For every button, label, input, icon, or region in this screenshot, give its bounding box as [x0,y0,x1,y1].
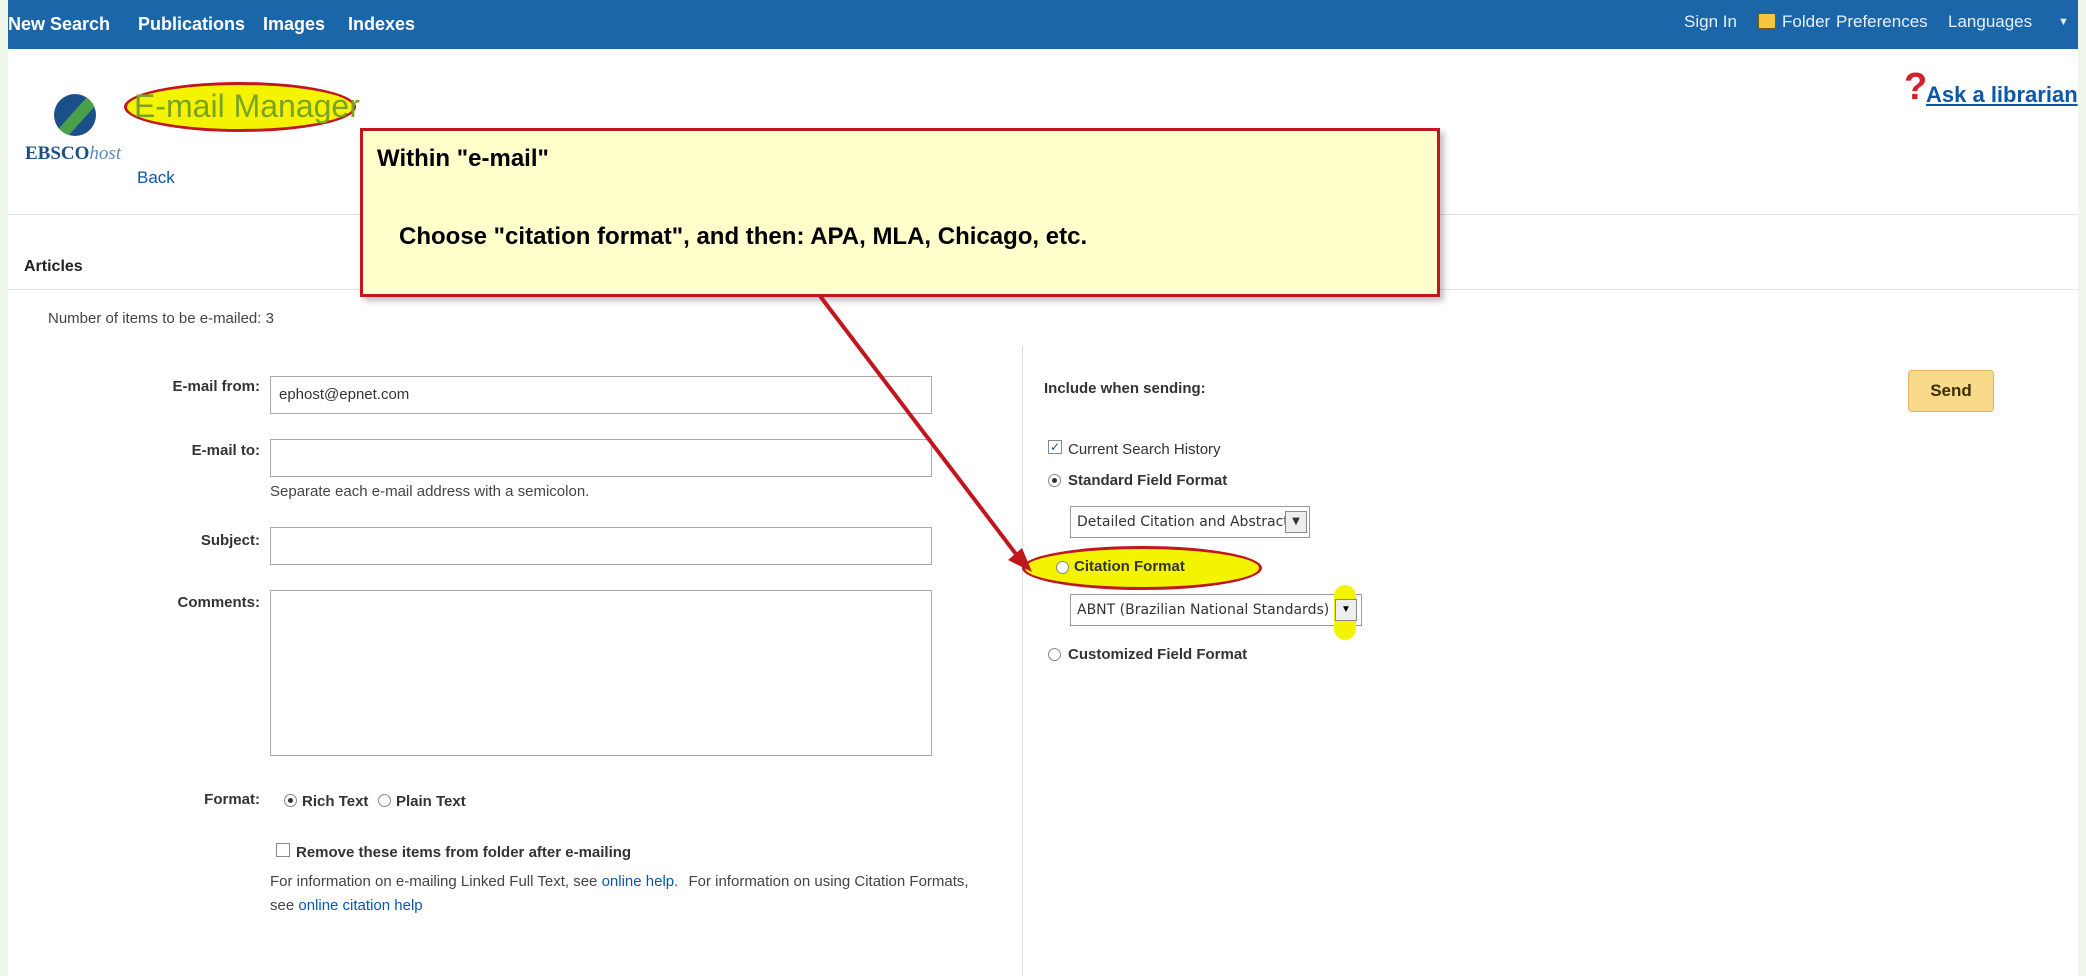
languages-link[interactable]: Languages [1948,12,2032,32]
to-label: E-mail to: [191,442,260,459]
preferences-link[interactable]: Preferences [1836,12,1928,32]
callout-body: Choose "citation format", and then: APA,… [399,223,1088,250]
question-icon: ? [1904,66,1928,108]
chevron-down-icon[interactable]: ▼ [1285,511,1307,533]
info-text-1: For information on e-mailing Linked Full… [270,873,598,890]
info-text-2: For information on using Citation Format… [688,873,969,890]
email-from-field[interactable]: ephost@epnet.com [270,376,932,414]
customized-format-radio[interactable] [1048,648,1061,661]
nav-indexes[interactable]: Indexes [348,14,415,35]
search-history-checkbox[interactable]: ✓ [1048,440,1062,454]
brand-suffix: host [89,143,122,164]
from-label: E-mail from: [172,378,260,395]
comments-label: Comments: [177,594,260,611]
info-text-3: see [270,897,295,914]
subject-label: Subject: [200,532,260,549]
subject-field[interactable] [270,527,932,565]
ebsco-logo-icon [54,94,96,136]
brand-main: EBSCO [25,143,90,164]
ask-a-librarian-link[interactable]: Ask a librarian [1926,82,2078,108]
folder-link[interactable]: Folder [1782,12,1830,32]
send-button[interactable]: Send [1908,370,1994,412]
ebscohost-brand: EBSCOhost [25,143,121,165]
standard-format-radio[interactable] [1048,474,1061,487]
standard-format-select[interactable]: Detailed Citation and Abstract ▼ [1070,506,1310,538]
plain-text-radio[interactable] [378,794,391,807]
plain-text-label: Plain Text [396,793,466,810]
remove-items-label: Remove these items from folder after e-m… [296,844,632,861]
nav-images[interactable]: Images [263,14,325,35]
standard-format-value: Detailed Citation and Abstract [1077,514,1289,530]
sign-in-link[interactable]: Sign In [1684,12,1737,32]
citation-format-label: Citation Format [1074,558,1185,575]
column-divider [1022,346,1023,976]
page: New Search Publications Images Indexes S… [8,0,2078,976]
citation-format-radio[interactable] [1056,561,1069,574]
rich-text-label: Rich Text [302,793,369,810]
callout-title: Within "e-mail" [377,145,549,172]
remove-items-checkbox[interactable] [276,843,290,857]
back-link[interactable]: Back [137,168,175,188]
citation-format-value: ABNT (Brazilian National Standards) [1077,602,1330,618]
standard-format-label: Standard Field Format [1068,472,1228,489]
online-help-link[interactable]: online help. [602,873,679,890]
section-label: Articles [24,258,83,275]
send-label: Send [1930,381,1972,400]
search-history-label: Current Search History [1068,441,1221,458]
online-citation-help-link[interactable]: online citation help [298,897,422,914]
rich-text-radio[interactable] [284,794,297,807]
to-hint: Separate each e-mail address with a semi… [270,483,590,500]
email-to-field[interactable] [270,439,932,477]
customized-format-label: Customized Field Format [1068,646,1248,663]
page-title: E-mail Manager [134,88,360,124]
items-count: Number of items to be e-mailed: 3 [48,310,274,327]
info-text: For information on e-mailing Linked Full… [270,870,1030,918]
annotation-callout: Within "e-mail" Choose "citation format"… [360,128,1440,297]
comments-textarea[interactable] [270,590,932,756]
top-navigation-bar: New Search Publications Images Indexes S… [8,0,2078,49]
languages-dropdown-icon[interactable]: ▼ [2058,16,2069,28]
include-heading: Include when sending: [1044,380,1206,397]
citation-chevron-down-icon[interactable]: ▼ [1335,599,1357,621]
citation-format-select[interactable]: ABNT (Brazilian National Standards) [1070,594,1362,626]
nav-publications[interactable]: Publications [138,14,245,35]
format-label: Format: [204,791,260,808]
folder-icon[interactable] [1758,13,1776,29]
nav-new-search[interactable]: New Search [8,14,110,35]
